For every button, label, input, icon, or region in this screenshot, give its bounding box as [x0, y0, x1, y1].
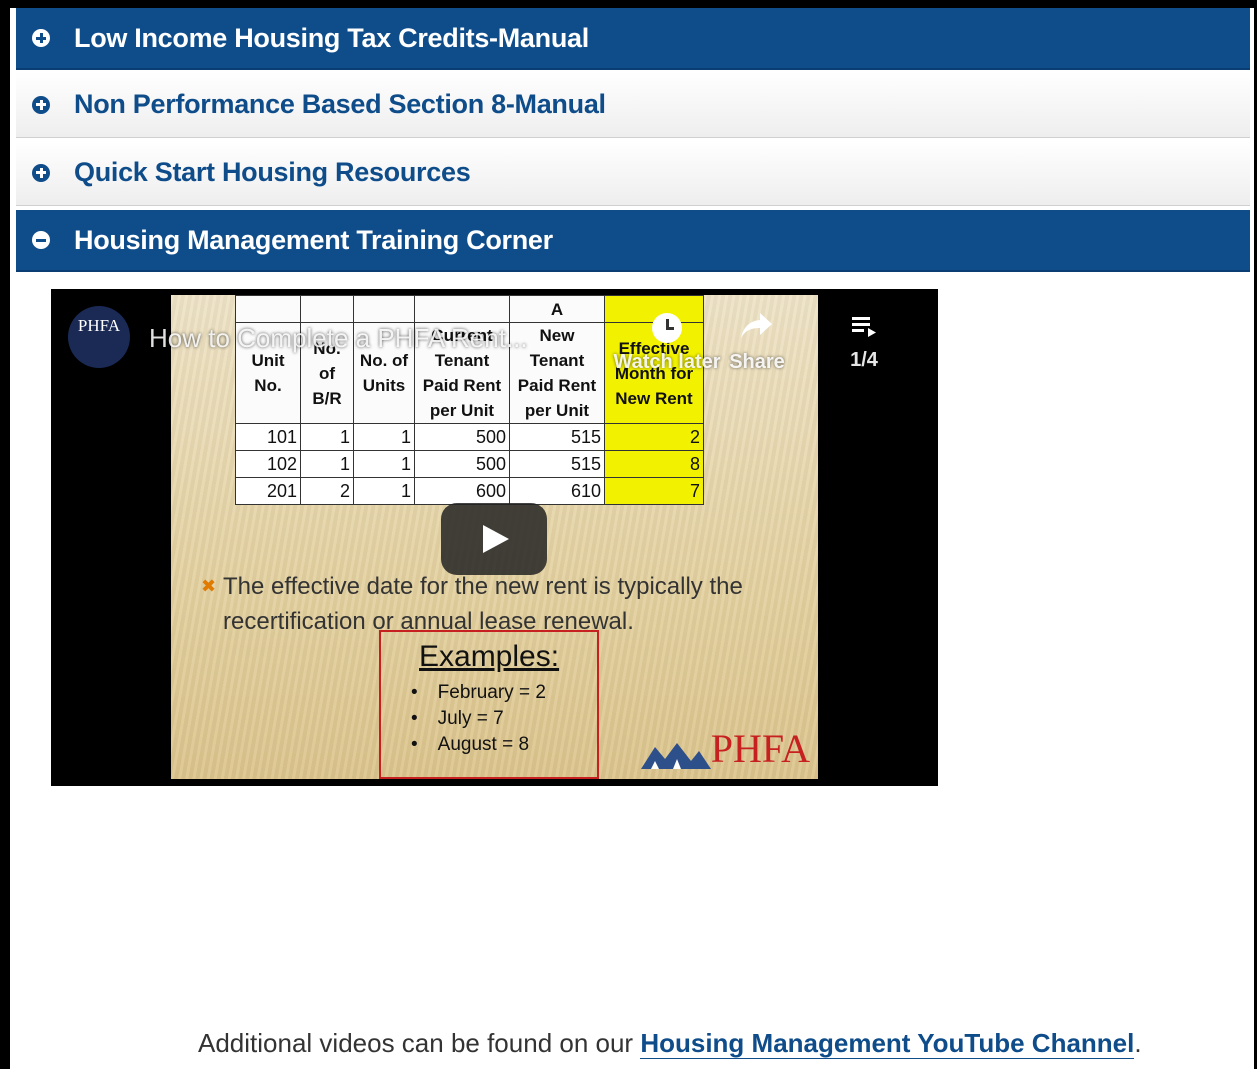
- clock-icon: [652, 313, 682, 343]
- share-button[interactable]: Share: [717, 311, 797, 374]
- table-cell: 2: [300, 477, 354, 505]
- mountain-icon: [640, 743, 711, 769]
- accordion-label: Non Performance Based Section 8-Manual: [74, 89, 606, 119]
- playlist-icon: [852, 317, 876, 337]
- table-cell: 500: [414, 450, 510, 478]
- phfa-slide-logo: PHFA: [640, 729, 810, 769]
- watch-later-button[interactable]: Watch later: [597, 313, 737, 374]
- plus-circle-icon: [32, 29, 50, 47]
- plus-circle-icon: [32, 95, 50, 114]
- table-cell: 101: [235, 423, 301, 451]
- accordion-item-quick-start[interactable]: Quick Start Housing Resources: [16, 140, 1250, 206]
- accordion-label: Quick Start Housing Resources: [74, 157, 471, 187]
- footer-note: Additional videos can be found on our Ho…: [198, 1028, 1142, 1059]
- table-cell: 102: [235, 450, 301, 478]
- table-cell: 7: [604, 477, 704, 505]
- table-row: 101 1 1 500 515 2: [235, 423, 704, 451]
- minus-circle-icon: [32, 231, 50, 249]
- table-cell: 2: [604, 423, 704, 451]
- table-cell: 1: [300, 423, 354, 451]
- table-cell: 610: [509, 477, 605, 505]
- playlist-button[interactable]: 1/4: [839, 313, 889, 372]
- youtube-channel-link[interactable]: Housing Management YouTube Channel: [640, 1028, 1135, 1059]
- youtube-video-player[interactable]: A Unit No. No. of B/R No. of Units Curre…: [51, 289, 938, 786]
- column-letter: A: [509, 295, 605, 323]
- table-cell: 201: [235, 477, 301, 505]
- table-cell: 1: [353, 450, 415, 478]
- table-cell: 600: [414, 477, 510, 505]
- list-item: July = 7: [411, 706, 546, 732]
- accordion-label: Housing Management Training Corner: [74, 224, 553, 255]
- accordion-label: Low Income Housing Tax Credits-Manual: [74, 22, 589, 53]
- video-title[interactable]: How to Complete a PHFA Rent...: [149, 323, 528, 354]
- list-item: August = 8: [411, 732, 546, 758]
- table-cell: 8: [604, 450, 704, 478]
- table-cell: 1: [353, 423, 415, 451]
- table-cell: 1: [300, 450, 354, 478]
- examples-list: February = 2 July = 7 August = 8: [411, 680, 546, 758]
- table-cell: 500: [414, 423, 510, 451]
- table-row: 201 2 1 600 610 7: [235, 477, 704, 505]
- channel-avatar[interactable]: PHFA: [68, 306, 130, 368]
- accordion-item-training-corner[interactable]: Housing Management Training Corner: [16, 210, 1250, 272]
- play-button[interactable]: [441, 503, 547, 575]
- table-row: 102 1 1 500 515 8: [235, 450, 704, 478]
- share-arrow-icon: [741, 313, 772, 338]
- accordion-item-lihtc[interactable]: Low Income Housing Tax Credits-Manual: [16, 8, 1250, 70]
- accordion-item-section8[interactable]: Non Performance Based Section 8-Manual: [16, 72, 1250, 138]
- table-cell: 515: [509, 450, 605, 478]
- slide-bullet: ✖ The effective date for the new rent is…: [201, 569, 801, 639]
- examples-title: Examples:: [419, 640, 560, 673]
- x-bullet-icon: ✖: [201, 576, 217, 596]
- list-item: February = 2: [411, 680, 546, 706]
- table-cell: 515: [509, 423, 605, 451]
- examples-box: Examples: February = 2 July = 7 August =…: [379, 630, 599, 779]
- plus-circle-icon: [32, 163, 50, 182]
- table-cell: 1: [353, 477, 415, 505]
